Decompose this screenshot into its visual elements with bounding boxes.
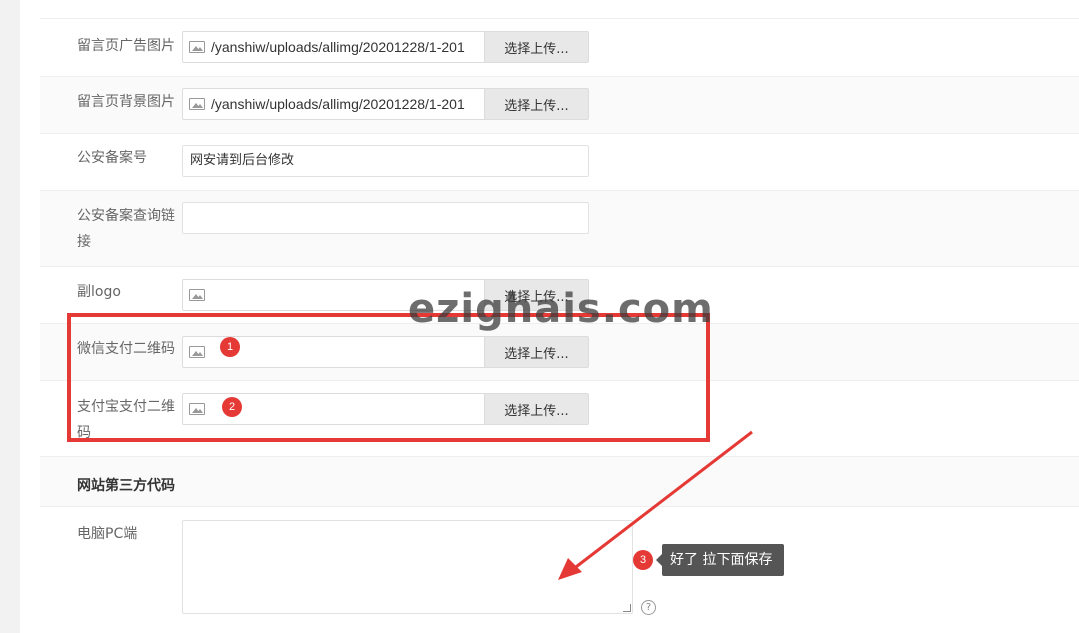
upload-button[interactable]: 选择上传... [484,32,588,62]
highlight-box [67,313,710,442]
section-title: 网站第三方代码 [77,478,175,494]
police-link-input[interactable] [182,202,589,234]
help-icon[interactable]: ? [641,600,656,615]
ad-image-path[interactable]: /yanshiw/uploads/allimg/20201228/1-201 [205,39,484,55]
tooltip-save-hint: 好了 拉下面保存 [655,544,785,576]
field-label: 公安备案查询链接 [77,208,175,250]
ad-image-upload[interactable]: /yanshiw/uploads/allimg/20201228/1-201 选… [182,31,589,63]
police-record-input[interactable]: 网安请到后台修改 [182,145,589,177]
image-icon [189,98,205,110]
step-badge-3: 3 [633,550,653,570]
pc-code-textarea[interactable] [182,520,633,614]
field-label: 公安备案号 [77,150,147,166]
field-label: 留言页背景图片 [77,94,175,110]
step-badge-1: 1 [220,337,240,357]
bg-image-path[interactable]: /yanshiw/uploads/allimg/20201228/1-201 [205,96,484,112]
section-header-row: 网站第三方代码 [40,456,1079,506]
watermark: ezighais.com [408,286,714,332]
step-badge-2: 2 [222,397,242,417]
image-icon [189,289,205,301]
resize-handle[interactable] [623,604,631,612]
bg-image-upload[interactable]: /yanshiw/uploads/allimg/20201228/1-201 选… [182,88,589,120]
image-icon [189,41,205,53]
field-label: 留言页广告图片 [77,38,175,54]
field-label: 电脑PC端 [77,526,138,542]
upload-button[interactable]: 选择上传... [484,89,588,119]
field-label: 副logo [77,284,121,300]
